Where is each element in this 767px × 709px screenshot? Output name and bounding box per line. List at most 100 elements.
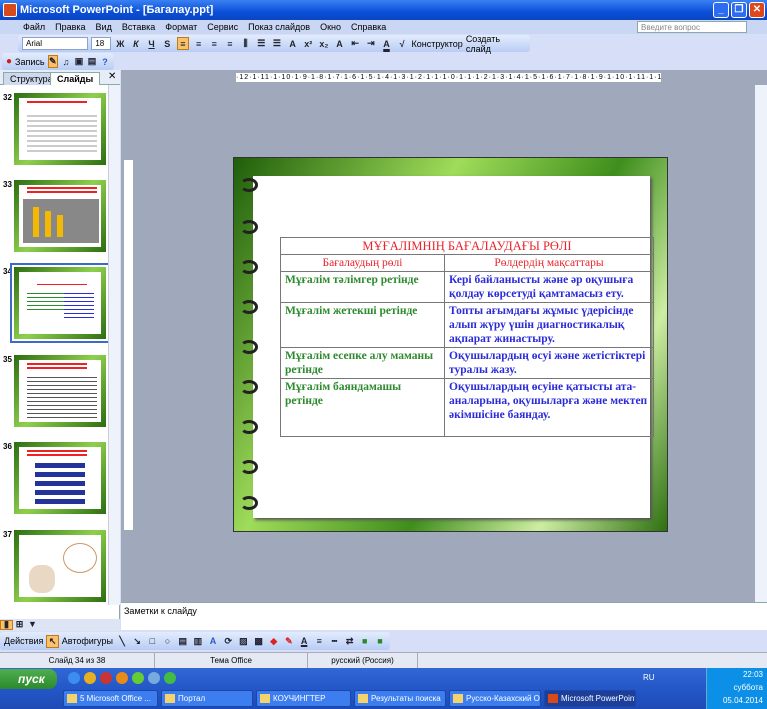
slide-thumbnail-33[interactable] xyxy=(14,180,106,252)
app-icon[interactable] xyxy=(132,672,144,684)
font-color-icon[interactable]: A xyxy=(380,37,393,50)
menu-help[interactable]: Справка xyxy=(351,22,386,32)
language-indicator[interactable]: RU xyxy=(643,673,655,682)
wordart-icon[interactable]: A xyxy=(207,635,219,648)
slide-thumbnail-37[interactable] xyxy=(14,530,106,602)
ask-question-input[interactable]: Введите вопрос xyxy=(637,21,747,33)
start-button[interactable]: пуск xyxy=(0,669,57,689)
notes-input[interactable]: Заметки к слайду xyxy=(121,602,767,630)
narration-icon[interactable]: ✎ xyxy=(47,55,59,68)
slide-thumbnail-35[interactable] xyxy=(14,355,106,427)
close-button[interactable]: ✕ xyxy=(749,2,765,18)
line-icon[interactable]: ╲ xyxy=(116,635,128,648)
slides-panel-scrollbar[interactable] xyxy=(108,85,120,605)
menu-insert[interactable]: Вставка xyxy=(122,22,155,32)
align-right-icon[interactable]: ≡ xyxy=(208,37,221,50)
font-size-select[interactable]: 18 xyxy=(91,37,111,50)
app-icon[interactable] xyxy=(164,672,176,684)
vertical-textbox-icon[interactable]: ▥ xyxy=(192,635,204,648)
decrease-indent-icon[interactable]: ⇤ xyxy=(349,37,362,50)
task-folder[interactable]: КОУЧИНГТЕР xyxy=(256,690,351,707)
sorter-view-icon[interactable]: ⊞ xyxy=(13,619,26,630)
increase-font-icon[interactable]: A xyxy=(286,37,299,50)
menu-file[interactable]: Файл xyxy=(23,22,45,32)
fill-color-icon[interactable]: ◆ xyxy=(268,635,280,648)
slide-thumbnail-36[interactable] xyxy=(14,442,106,514)
arrow-icon[interactable]: ↘ xyxy=(131,635,143,648)
designer-button[interactable]: Конструктор xyxy=(411,39,462,49)
bold-button[interactable]: Ж xyxy=(114,37,127,50)
picture-icon[interactable]: ▩ xyxy=(252,635,264,648)
superscript-icon[interactable]: x² xyxy=(302,37,315,50)
italic-button[interactable]: К xyxy=(130,37,143,50)
align-center-icon[interactable]: ≡ xyxy=(192,37,205,50)
tab-slides[interactable]: Слайды xyxy=(50,72,101,85)
close-panel-icon[interactable]: ✕ xyxy=(108,71,116,82)
shadow-button[interactable]: S xyxy=(161,37,174,50)
menu-view[interactable]: Вид xyxy=(96,22,112,32)
app-icon[interactable] xyxy=(148,672,160,684)
role-cell: Мұғалім есепке алу маманы ретінде xyxy=(280,347,445,379)
menu-tools[interactable]: Сервис xyxy=(207,22,238,32)
3d-icon[interactable]: ■ xyxy=(374,635,386,648)
columns-icon[interactable]: ⫼ xyxy=(239,37,252,50)
screen-icon[interactable]: ▣ xyxy=(74,55,84,68)
slide-thumbnail-32[interactable] xyxy=(14,93,106,165)
bullets-icon[interactable]: ☰ xyxy=(271,37,284,50)
diagram-icon[interactable]: ⟳ xyxy=(222,635,234,648)
clipart-icon[interactable]: ▨ xyxy=(237,635,249,648)
menu-slideshow[interactable]: Показ слайдов xyxy=(248,22,310,32)
actions-menu[interactable]: Действия xyxy=(4,636,43,646)
font-color-icon[interactable]: A xyxy=(298,635,310,648)
taskbar: пуск 5 Microsoft Office ... Портал КОУЧИ… xyxy=(0,668,767,709)
chrome-icon[interactable] xyxy=(84,672,96,684)
autoshapes-menu[interactable]: Автофигуры xyxy=(62,636,113,646)
arrow-style-icon[interactable]: ⇄ xyxy=(344,635,356,648)
drawing-toolbar: Действия ↖ Автофигуры ╲ ↘ □ ○ ▤ ▥ A ⟳ ▨ … xyxy=(0,632,390,650)
align-left-icon[interactable]: ≡ xyxy=(176,37,190,50)
minimize-button[interactable]: _ xyxy=(713,2,729,18)
binder-ring-icon xyxy=(240,340,258,354)
textbox-icon[interactable]: ▤ xyxy=(177,635,189,648)
dash-style-icon[interactable]: ┅ xyxy=(328,635,340,648)
thumb-number: 34 xyxy=(3,267,12,276)
task-search-results[interactable]: Результаты поиска xyxy=(354,690,446,707)
record-button[interactable]: Запись xyxy=(15,57,45,67)
normal-view-icon[interactable]: ▮ xyxy=(0,619,13,630)
subscript-icon[interactable]: x₂ xyxy=(318,37,331,50)
shadow-icon[interactable]: ■ xyxy=(359,635,371,648)
task-powerpoint[interactable]: Microsoft PowerPoint ... xyxy=(544,690,636,707)
mic-icon[interactable]: ♫ xyxy=(61,55,71,68)
new-slide-button[interactable]: Создать слайд xyxy=(466,34,526,54)
justify-icon[interactable]: ≡ xyxy=(224,37,237,50)
settings-icon[interactable]: ▤ xyxy=(87,55,97,68)
oval-icon[interactable]: ○ xyxy=(161,635,173,648)
record-toolbar: ● Запись ✎ ♫ ▣ ▤ ? xyxy=(2,53,114,70)
font-select[interactable]: Arial xyxy=(22,37,89,50)
slideshow-view-icon[interactable]: ▼ xyxy=(26,619,39,629)
task-portal[interactable]: Портал xyxy=(161,690,253,707)
help-icon[interactable]: ? xyxy=(100,55,110,68)
task-office[interactable]: 5 Microsoft Office ... xyxy=(63,690,158,707)
start-label: пуск xyxy=(18,672,45,686)
menu-format[interactable]: Формат xyxy=(165,22,197,32)
rectangle-icon[interactable]: □ xyxy=(146,635,158,648)
line-color-icon[interactable]: ✎ xyxy=(283,635,295,648)
main-scrollbar[interactable] xyxy=(755,85,767,602)
opera-icon[interactable] xyxy=(100,672,112,684)
increase-indent-icon[interactable]: ⇥ xyxy=(365,37,378,50)
decrease-font-icon[interactable]: A xyxy=(333,37,346,50)
line-style-icon[interactable]: ≡ xyxy=(313,635,325,648)
menu-window[interactable]: Окно xyxy=(320,22,341,32)
task-dictionary[interactable]: Русско-Казахский О... xyxy=(449,690,541,707)
underline-button[interactable]: Ч xyxy=(145,37,158,50)
numbering-icon[interactable]: ☰ xyxy=(255,37,268,50)
slide-thumbnail-34[interactable] xyxy=(10,263,110,343)
app-icon[interactable] xyxy=(116,672,128,684)
restore-button[interactable]: ❐ xyxy=(731,2,747,18)
roles-table[interactable]: МҰҒАЛІМНІҢ БАҒАЛАУДАҒЫ РӨЛІ Бағалаудың р… xyxy=(280,237,654,437)
menu-edit[interactable]: Правка xyxy=(55,22,85,32)
select-arrow-icon[interactable]: ↖ xyxy=(46,634,59,648)
ie-icon[interactable] xyxy=(68,672,80,684)
math-icon[interactable]: √ xyxy=(396,37,409,50)
